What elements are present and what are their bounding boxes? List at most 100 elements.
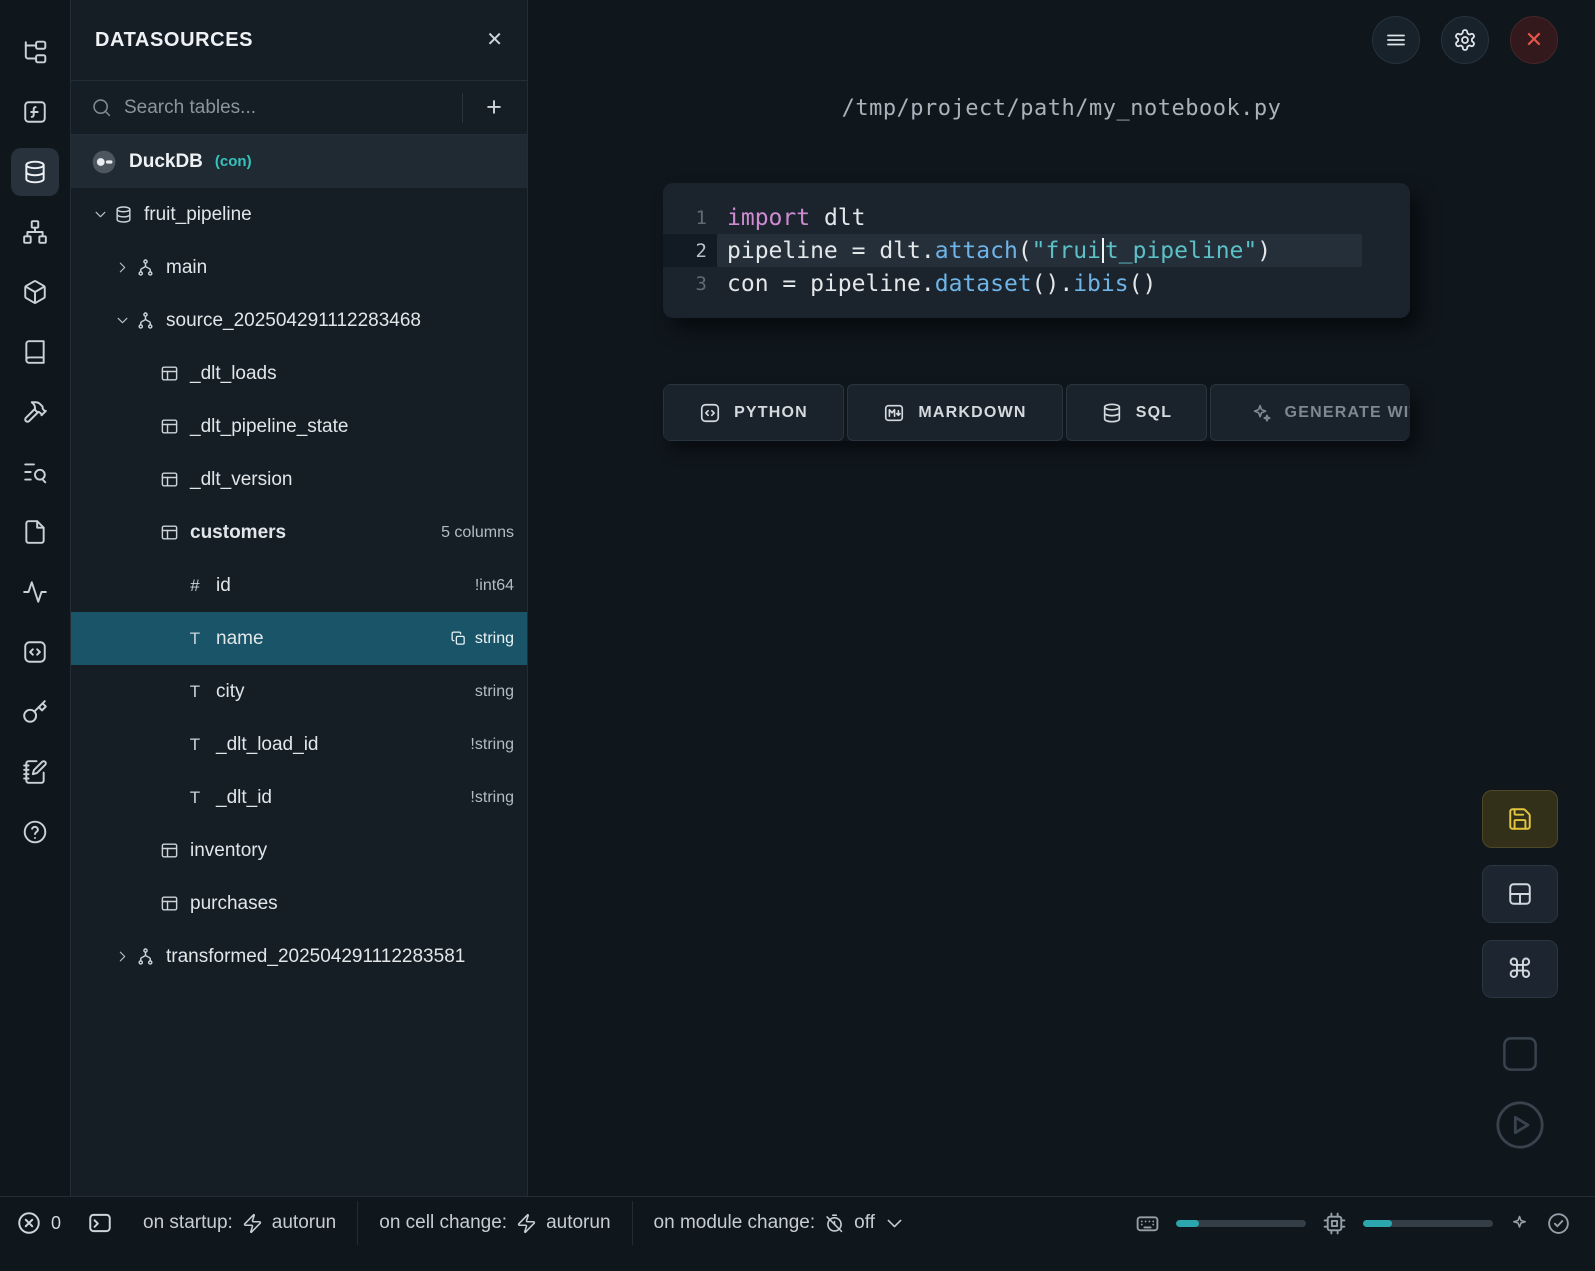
- folder-tree-icon: [22, 39, 48, 65]
- rail-file-tree-button[interactable]: [11, 28, 59, 76]
- panel-header: DATASOURCES ✕: [71, 0, 527, 81]
- rail-tracing-button[interactable]: [11, 568, 59, 616]
- circle-x-icon: [16, 1210, 42, 1236]
- keyboard-shortcuts-slider[interactable]: [1176, 1220, 1306, 1227]
- status-startup[interactable]: on startup:autorun: [143, 1212, 336, 1234]
- schema-icon: [133, 311, 157, 330]
- editor-area: ✕ /tmp/project/path/my_notebook.py 1impo…: [528, 0, 1595, 1196]
- table-icon: [157, 894, 181, 913]
- database-icon: [22, 159, 48, 185]
- tree-item-_dlt_id[interactable]: T_dlt_id!string: [71, 771, 527, 824]
- search-tables-input[interactable]: [124, 97, 450, 119]
- tree-item-main[interactable]: main: [71, 241, 527, 294]
- code-square-icon: [22, 639, 48, 665]
- panel-title: DATASOURCES: [95, 29, 253, 52]
- add-cell-label: GENERATE WIT: [1285, 404, 1410, 422]
- gear-icon: [1453, 28, 1477, 52]
- rail-scratchpad-button[interactable]: [11, 748, 59, 796]
- menu-button[interactable]: [1372, 16, 1420, 64]
- add-cell-sql-button[interactable]: SQL: [1066, 384, 1207, 441]
- rail-dependencies-button[interactable]: [11, 208, 59, 256]
- tree-item-source_202504291112283468[interactable]: source_202504291112283468: [71, 294, 527, 347]
- hammer-icon: [22, 399, 48, 425]
- sparkle-icon[interactable]: [1509, 1213, 1530, 1234]
- error-count: 0: [51, 1213, 61, 1234]
- rail-help-button[interactable]: [11, 808, 59, 856]
- layout-icon: [1507, 881, 1533, 907]
- rail-tools-button[interactable]: [11, 388, 59, 436]
- tree-item-_dlt_version[interactable]: _dlt_version: [71, 453, 527, 506]
- line-number: 1: [663, 201, 717, 234]
- status-bar: 0 on startup:autorun on cell change:autor…: [0, 1196, 1595, 1271]
- table-icon: [157, 470, 181, 489]
- tree-item-name[interactable]: Tnamestring: [71, 612, 527, 665]
- tree-item-type: 5 columns: [441, 524, 514, 542]
- tree-item-purchases[interactable]: purchases: [71, 877, 527, 930]
- table-icon: [157, 841, 181, 860]
- check-circle-icon[interactable]: [1546, 1211, 1571, 1236]
- code-line-2[interactable]: 2pipeline = dlt.attach("fruit_pipeline"): [663, 234, 1410, 267]
- rail-packages-button[interactable]: [11, 268, 59, 316]
- status-label: on cell change:: [379, 1212, 507, 1234]
- keyboard-icon: [1135, 1211, 1160, 1236]
- tree-item-label: id: [216, 575, 231, 597]
- status-cell-change[interactable]: on cell change:autorun: [379, 1212, 610, 1234]
- terminal-button[interactable]: [87, 1210, 113, 1236]
- file-icon: [22, 519, 48, 545]
- database-icon: [1101, 402, 1123, 424]
- close-button[interactable]: ✕: [1510, 16, 1558, 64]
- tree-item-fruit_pipeline[interactable]: fruit_pipeline: [71, 188, 527, 241]
- rail-documentation-button[interactable]: [11, 328, 59, 376]
- chevron-right-icon: [111, 260, 133, 275]
- code-line-1[interactable]: 1import dlt: [663, 201, 1410, 234]
- save-icon: [1507, 806, 1533, 832]
- hash-icon: #: [183, 576, 207, 596]
- datasource-tree: fruit_pipelinemainsource_202504291112283…: [71, 188, 527, 983]
- tree-item-_dlt_loads[interactable]: _dlt_loads: [71, 347, 527, 400]
- line-number: 3: [663, 267, 717, 300]
- errors-button[interactable]: 0: [16, 1210, 61, 1236]
- add-table-button[interactable]: +: [475, 94, 513, 121]
- divider: [632, 1201, 633, 1245]
- chevron-down-icon: [884, 1213, 905, 1234]
- tree-item-city[interactable]: Tcitystring: [71, 665, 527, 718]
- run-button[interactable]: [1482, 1096, 1558, 1154]
- rail-logs-button[interactable]: [11, 448, 59, 496]
- add-cell-markdown-button[interactable]: MARKDOWN: [847, 384, 1063, 441]
- rail-secrets-button[interactable]: [11, 688, 59, 736]
- connection-row-duckdb[interactable]: DuckDB (con): [71, 135, 527, 188]
- line-content: con = pipeline.dataset().ibis(): [717, 267, 1362, 300]
- add-cell-generate-wit-button[interactable]: GENERATE WIT: [1210, 384, 1410, 441]
- rail-functions-button[interactable]: [11, 88, 59, 136]
- add-cell-python-button[interactable]: PYTHON: [663, 384, 844, 441]
- tree-item-customers[interactable]: customers5 columns: [71, 506, 527, 559]
- status-module-change[interactable]: on module change:off: [654, 1212, 905, 1234]
- code-cell[interactable]: 1import dlt2pipeline = dlt.attach("fruit…: [663, 183, 1410, 318]
- tree-item-id[interactable]: #id!int64: [71, 559, 527, 612]
- code-line-3[interactable]: 3con = pipeline.dataset().ibis(): [663, 267, 1410, 300]
- rail-files-button[interactable]: [11, 508, 59, 556]
- timer-off-icon: [824, 1213, 845, 1234]
- tree-item-label: _dlt_load_id: [216, 734, 318, 756]
- module-reload-slider[interactable]: [1363, 1220, 1493, 1227]
- settings-button[interactable]: [1441, 16, 1489, 64]
- rail-datasources-button[interactable]: [11, 148, 59, 196]
- list-search-icon: [22, 459, 48, 485]
- tree-item-label: city: [216, 681, 245, 703]
- add-cell-label: PYTHON: [734, 404, 808, 422]
- close-panel-button[interactable]: ✕: [486, 30, 503, 51]
- text-cursor: [1102, 238, 1104, 263]
- tree-item-inventory[interactable]: inventory: [71, 824, 527, 877]
- zap-icon: [242, 1213, 263, 1234]
- org-chart-icon: [22, 219, 48, 245]
- keyboard-shortcuts-button[interactable]: ⌘: [1482, 940, 1558, 998]
- chevron-down-icon: [89, 207, 111, 222]
- tree-item-_dlt_pipeline_state[interactable]: _dlt_pipeline_state: [71, 400, 527, 453]
- command-icon: ⌘: [1507, 954, 1534, 985]
- stop-button[interactable]: [1482, 1025, 1558, 1083]
- tree-item-_dlt_load_id[interactable]: T_dlt_load_id!string: [71, 718, 527, 771]
- save-button[interactable]: [1482, 790, 1558, 848]
- rail-snippets-button[interactable]: [11, 628, 59, 676]
- tree-item-transformed_202504291112283581[interactable]: transformed_202504291112283581: [71, 930, 527, 983]
- layout-button[interactable]: [1482, 865, 1558, 923]
